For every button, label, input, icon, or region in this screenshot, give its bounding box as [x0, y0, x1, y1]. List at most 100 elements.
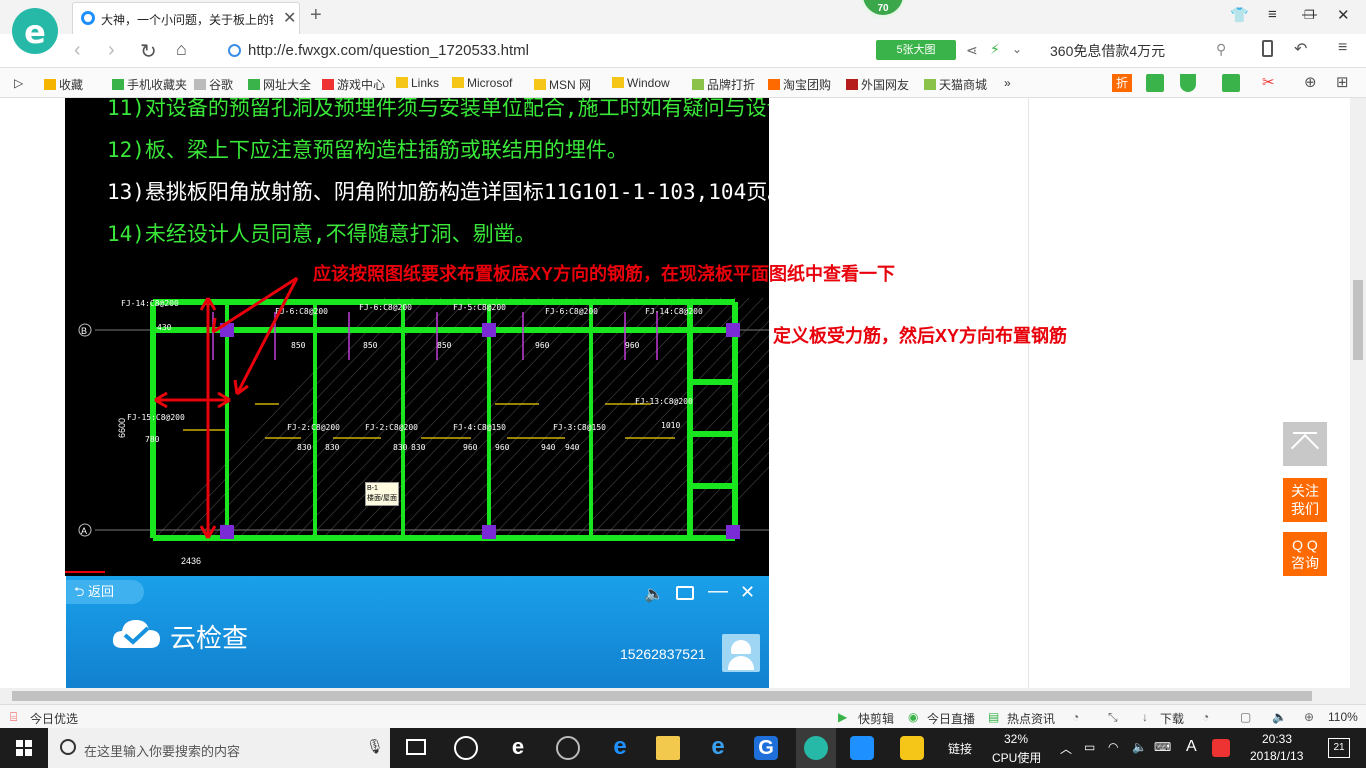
horizontal-scroll-thumb[interactable] [12, 691, 1312, 701]
shirt-icon[interactable]: 👕 [1230, 6, 1249, 24]
sidebar-toggle-icon[interactable]: ▷ [14, 76, 23, 90]
tab-close-icon[interactable]: ✕ [283, 8, 296, 28]
bookmark-item[interactable]: 游戏中心 [322, 76, 385, 93]
bookmark-label: 收藏 [59, 78, 84, 92]
status-item-news[interactable]: 热点资讯 [1007, 710, 1055, 727]
cpu-percent: 32% [1004, 732, 1029, 746]
bookmark-item[interactable]: 手机收藏夹 [112, 76, 187, 93]
taskbar-search-input[interactable]: 在这里输入你要搜索的内容 🎙 [48, 728, 390, 768]
share-icon[interactable]: ⋖ [966, 42, 978, 59]
speaker-icon[interactable]: 🔈 [644, 584, 664, 604]
bookmark-item[interactable]: Microsof [452, 76, 512, 90]
active-app-highlight[interactable] [796, 728, 836, 768]
menu-icon[interactable]: ≡ [1268, 6, 1277, 23]
keyboard-icon[interactable]: ⌨ [1154, 740, 1171, 754]
active-tab[interactable]: 大神，一个小问题，关于板上的钢 ✕ [72, 2, 300, 34]
search-ad-text[interactable]: 360免息借款4万元 [1050, 41, 1165, 61]
more-menu-icon[interactable]: ≡ [1338, 39, 1347, 57]
tool-icon[interactable]: ⤡ [1108, 710, 1118, 725]
bookmark-item[interactable]: 网址大全 [248, 76, 311, 93]
browser-logo[interactable]: e [12, 8, 58, 54]
window-icon[interactable]: ▢ [1240, 710, 1251, 724]
bookmark-item[interactable]: 淘宝团购 [768, 76, 831, 93]
microphone-icon[interactable]: 🎙 [366, 738, 384, 755]
bookmark-item[interactable]: 天猫商城 [924, 76, 987, 93]
taskbar-links[interactable]: 链接 [948, 740, 972, 757]
cad-dimension-label: 830 [393, 443, 408, 452]
bookmark-item[interactable]: Links [396, 76, 439, 90]
sogou-icon[interactable] [1212, 739, 1230, 757]
status-item-clip[interactable]: 快剪辑 [858, 710, 894, 727]
spiral-app-icon[interactable] [556, 736, 580, 760]
edge-icon[interactable]: e [608, 735, 632, 760]
speed-badge[interactable]: 70 [860, 0, 906, 18]
glodon-app-icon[interactable]: G [754, 736, 778, 760]
home-icon[interactable]: ⌂ [176, 39, 187, 60]
chat-icon[interactable] [676, 586, 694, 600]
search-icon[interactable]: ⚲ [1216, 41, 1226, 58]
close-window-icon[interactable]: ✕ [1337, 6, 1350, 24]
ie-icon[interactable]: e [706, 735, 730, 760]
panel-minimize-icon[interactable]: — [708, 580, 728, 603]
mobile-icon[interactable] [1262, 40, 1273, 57]
discount-icon[interactable]: 折 [1112, 74, 1132, 92]
status-zoom[interactable]: 110% [1328, 710, 1358, 724]
bookmark-label: Window [627, 76, 670, 90]
bookmark-item[interactable]: Window [612, 76, 670, 90]
back-arrow-icon[interactable]: ‹ [74, 39, 81, 62]
clock-time[interactable]: 20:33 [1262, 732, 1292, 746]
restore-icon[interactable]: ❐ [1304, 8, 1315, 22]
reader-icon[interactable] [1146, 74, 1164, 92]
bookmark-item[interactable]: 谷歌 [194, 76, 233, 93]
file-explorer-icon[interactable] [656, 736, 680, 760]
wifi-icon[interactable]: ◠ [1108, 740, 1118, 754]
bookmark-item[interactable]: 品牌打折 [692, 76, 755, 93]
tray-chevron-icon[interactable]: ︿ [1060, 740, 1072, 757]
bolt-icon[interactable]: ⚡ [990, 41, 1000, 58]
status-download[interactable]: 下载 [1160, 710, 1184, 727]
bookmark-item[interactable]: 收藏 [44, 76, 83, 93]
url-field[interactable]: http://e.fwxgx.com/question_1720533.html [220, 38, 870, 64]
vertical-scroll-thumb[interactable] [1353, 280, 1363, 360]
gift-icon: ⌸ [10, 710, 18, 724]
status-item-live[interactable]: 今日直播 [927, 710, 975, 727]
bookmarks-overflow-icon[interactable]: » [1004, 76, 1011, 90]
plus-app-icon[interactable] [850, 736, 874, 760]
scissors-icon[interactable]: ✂ [1262, 73, 1275, 91]
bookmark-item[interactable]: MSN 网 [534, 76, 591, 93]
vertical-scrollbar[interactable] [1350, 98, 1366, 688]
zoom-icon[interactable]: ⊕ [1304, 73, 1317, 91]
apps-grid-icon[interactable]: ⊞ [1336, 73, 1349, 91]
shield-icon[interactable] [1180, 74, 1196, 92]
notes-app-icon[interactable] [900, 736, 924, 760]
bookmark-item[interactable]: 外国网友 [846, 76, 909, 93]
avatar[interactable] [722, 634, 760, 672]
back-to-top-button[interactable] [1283, 422, 1327, 466]
accelerate-icon[interactable]: ◔ [1202, 710, 1209, 724]
cad-rebar-label: FJ-4:C8@150 [453, 423, 506, 432]
forward-arrow-icon[interactable]: › [108, 39, 115, 62]
clock-date[interactable]: 2018/1/13 [1250, 749, 1303, 763]
follow-us-button[interactable]: 关注 我们 [1283, 478, 1327, 522]
sound-icon[interactable]: 🔈 [1272, 710, 1287, 724]
qq-consult-button[interactable]: Q Q 咨询 [1283, 532, 1327, 576]
battery-icon[interactable]: ▭ [1084, 740, 1095, 754]
panel-back-button[interactable]: ⮌ 返回 [66, 580, 144, 604]
new-tab-button[interactable]: + [310, 4, 322, 27]
notification-center-icon[interactable]: 21 [1328, 738, 1350, 758]
task-view-icon[interactable] [406, 739, 426, 755]
hatch-line [434, 297, 666, 539]
reload-icon[interactable]: ↻ [140, 39, 157, 64]
ime-indicator[interactable]: A [1186, 738, 1197, 756]
translate-icon[interactable] [1222, 74, 1240, 92]
undo-icon[interactable]: ↶ [1294, 39, 1307, 59]
browser-e-icon[interactable]: e [506, 736, 530, 760]
big-pic-button[interactable]: 5张大图 [876, 40, 956, 60]
windows-start-icon[interactable] [16, 740, 32, 756]
status-today-picks[interactable]: 今日优选 [30, 710, 78, 727]
panel-close-icon[interactable]: ✕ [740, 582, 755, 603]
volume-icon[interactable]: 🔈 [1132, 740, 1147, 754]
chevron-down-icon[interactable]: ⌄ [1012, 42, 1022, 56]
speed-icon[interactable]: ◔ [1072, 710, 1079, 724]
fan-app-icon[interactable] [454, 736, 478, 760]
